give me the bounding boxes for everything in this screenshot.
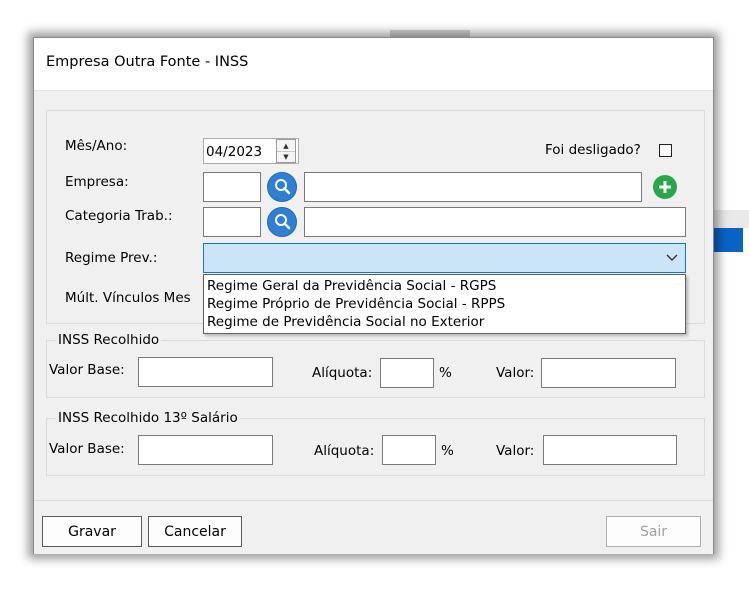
valor-13-label: Valor: — [496, 443, 535, 459]
valor-13-input[interactable] — [543, 435, 677, 465]
mes-ano-spinner[interactable]: ▲ ▼ — [276, 139, 296, 163]
inss-13-title: INSS Recolhido 13º Salário — [56, 410, 240, 426]
categoria-code-input[interactable] — [203, 207, 261, 237]
mes-ano-value: 04/2023 — [206, 144, 263, 160]
aliquota-13-input[interactable] — [382, 435, 436, 465]
cancelar-button[interactable]: Cancelar — [148, 516, 242, 547]
valor-base-13-label: Valor Base: — [49, 441, 125, 457]
regime-prev-label: Regime Prev.: — [65, 250, 158, 266]
valor-label: Valor: — [496, 365, 535, 381]
aliquota-label: Alíquota: — [312, 365, 373, 381]
percent-13-label: % — [441, 443, 454, 459]
mult-vinculos-label: Múlt. Vínculos Mes — [65, 290, 191, 306]
valor-base-label: Valor Base: — [49, 362, 125, 378]
empresa-outra-fonte-dialog: Empresa Outra Fonte - INSS Mês/Ano: 04/2… — [33, 37, 714, 554]
background-selection-fragment — [713, 228, 743, 252]
dialog-title: Empresa Outra Fonte - INSS — [46, 54, 249, 70]
mes-ano-label: Mês/Ano: — [65, 138, 128, 154]
regime-option-exterior[interactable]: Regime de Previdência Social no Exterior — [207, 314, 484, 330]
valor-base-input[interactable] — [138, 357, 273, 387]
button-bar: Gravar Cancelar Sair — [34, 500, 713, 554]
search-icon — [275, 179, 291, 195]
plus-icon — [659, 181, 671, 193]
foi-desligado-checkbox[interactable] — [659, 144, 672, 157]
sair-button: Sair — [606, 516, 701, 547]
aliquota-13-label: Alíquota: — [314, 443, 375, 459]
empresa-code-input[interactable] — [203, 172, 261, 202]
chevron-down-icon[interactable] — [666, 254, 678, 262]
empresa-lookup-button[interactable] — [267, 172, 297, 202]
empresa-name-input[interactable] — [304, 172, 642, 202]
empresa-label: Empresa: — [65, 174, 129, 190]
search-icon — [275, 214, 291, 230]
add-empresa-button[interactable] — [653, 175, 677, 199]
regime-prev-dropdown-list: Regime Geral da Previdência Social - RGP… — [203, 274, 686, 334]
spin-down-icon[interactable]: ▼ — [277, 151, 295, 162]
percent-label: % — [439, 365, 452, 381]
inss-recolhido-title: INSS Recolhido — [56, 332, 162, 348]
mes-ano-input[interactable]: 04/2023 ▲ ▼ — [203, 138, 299, 164]
title-bar: Empresa Outra Fonte - INSS — [34, 38, 713, 91]
regime-option-rpps[interactable]: Regime Próprio de Previdência Social - R… — [207, 296, 505, 312]
foi-desligado-label: Foi desligado? — [545, 142, 641, 158]
categoria-name-input[interactable] — [304, 207, 686, 237]
categoria-lookup-button[interactable] — [267, 207, 297, 237]
aliquota-input[interactable] — [380, 358, 434, 388]
regime-option-rgps[interactable]: Regime Geral da Previdência Social - RGP… — [207, 278, 496, 294]
regime-prev-select[interactable] — [203, 243, 686, 273]
gravar-button[interactable]: Gravar — [42, 516, 142, 547]
valor-base-13-input[interactable] — [138, 435, 273, 465]
categoria-trab-label: Categoria Trab.: — [65, 208, 173, 224]
background-panel-fragment — [713, 210, 749, 228]
valor-input[interactable] — [541, 358, 676, 388]
